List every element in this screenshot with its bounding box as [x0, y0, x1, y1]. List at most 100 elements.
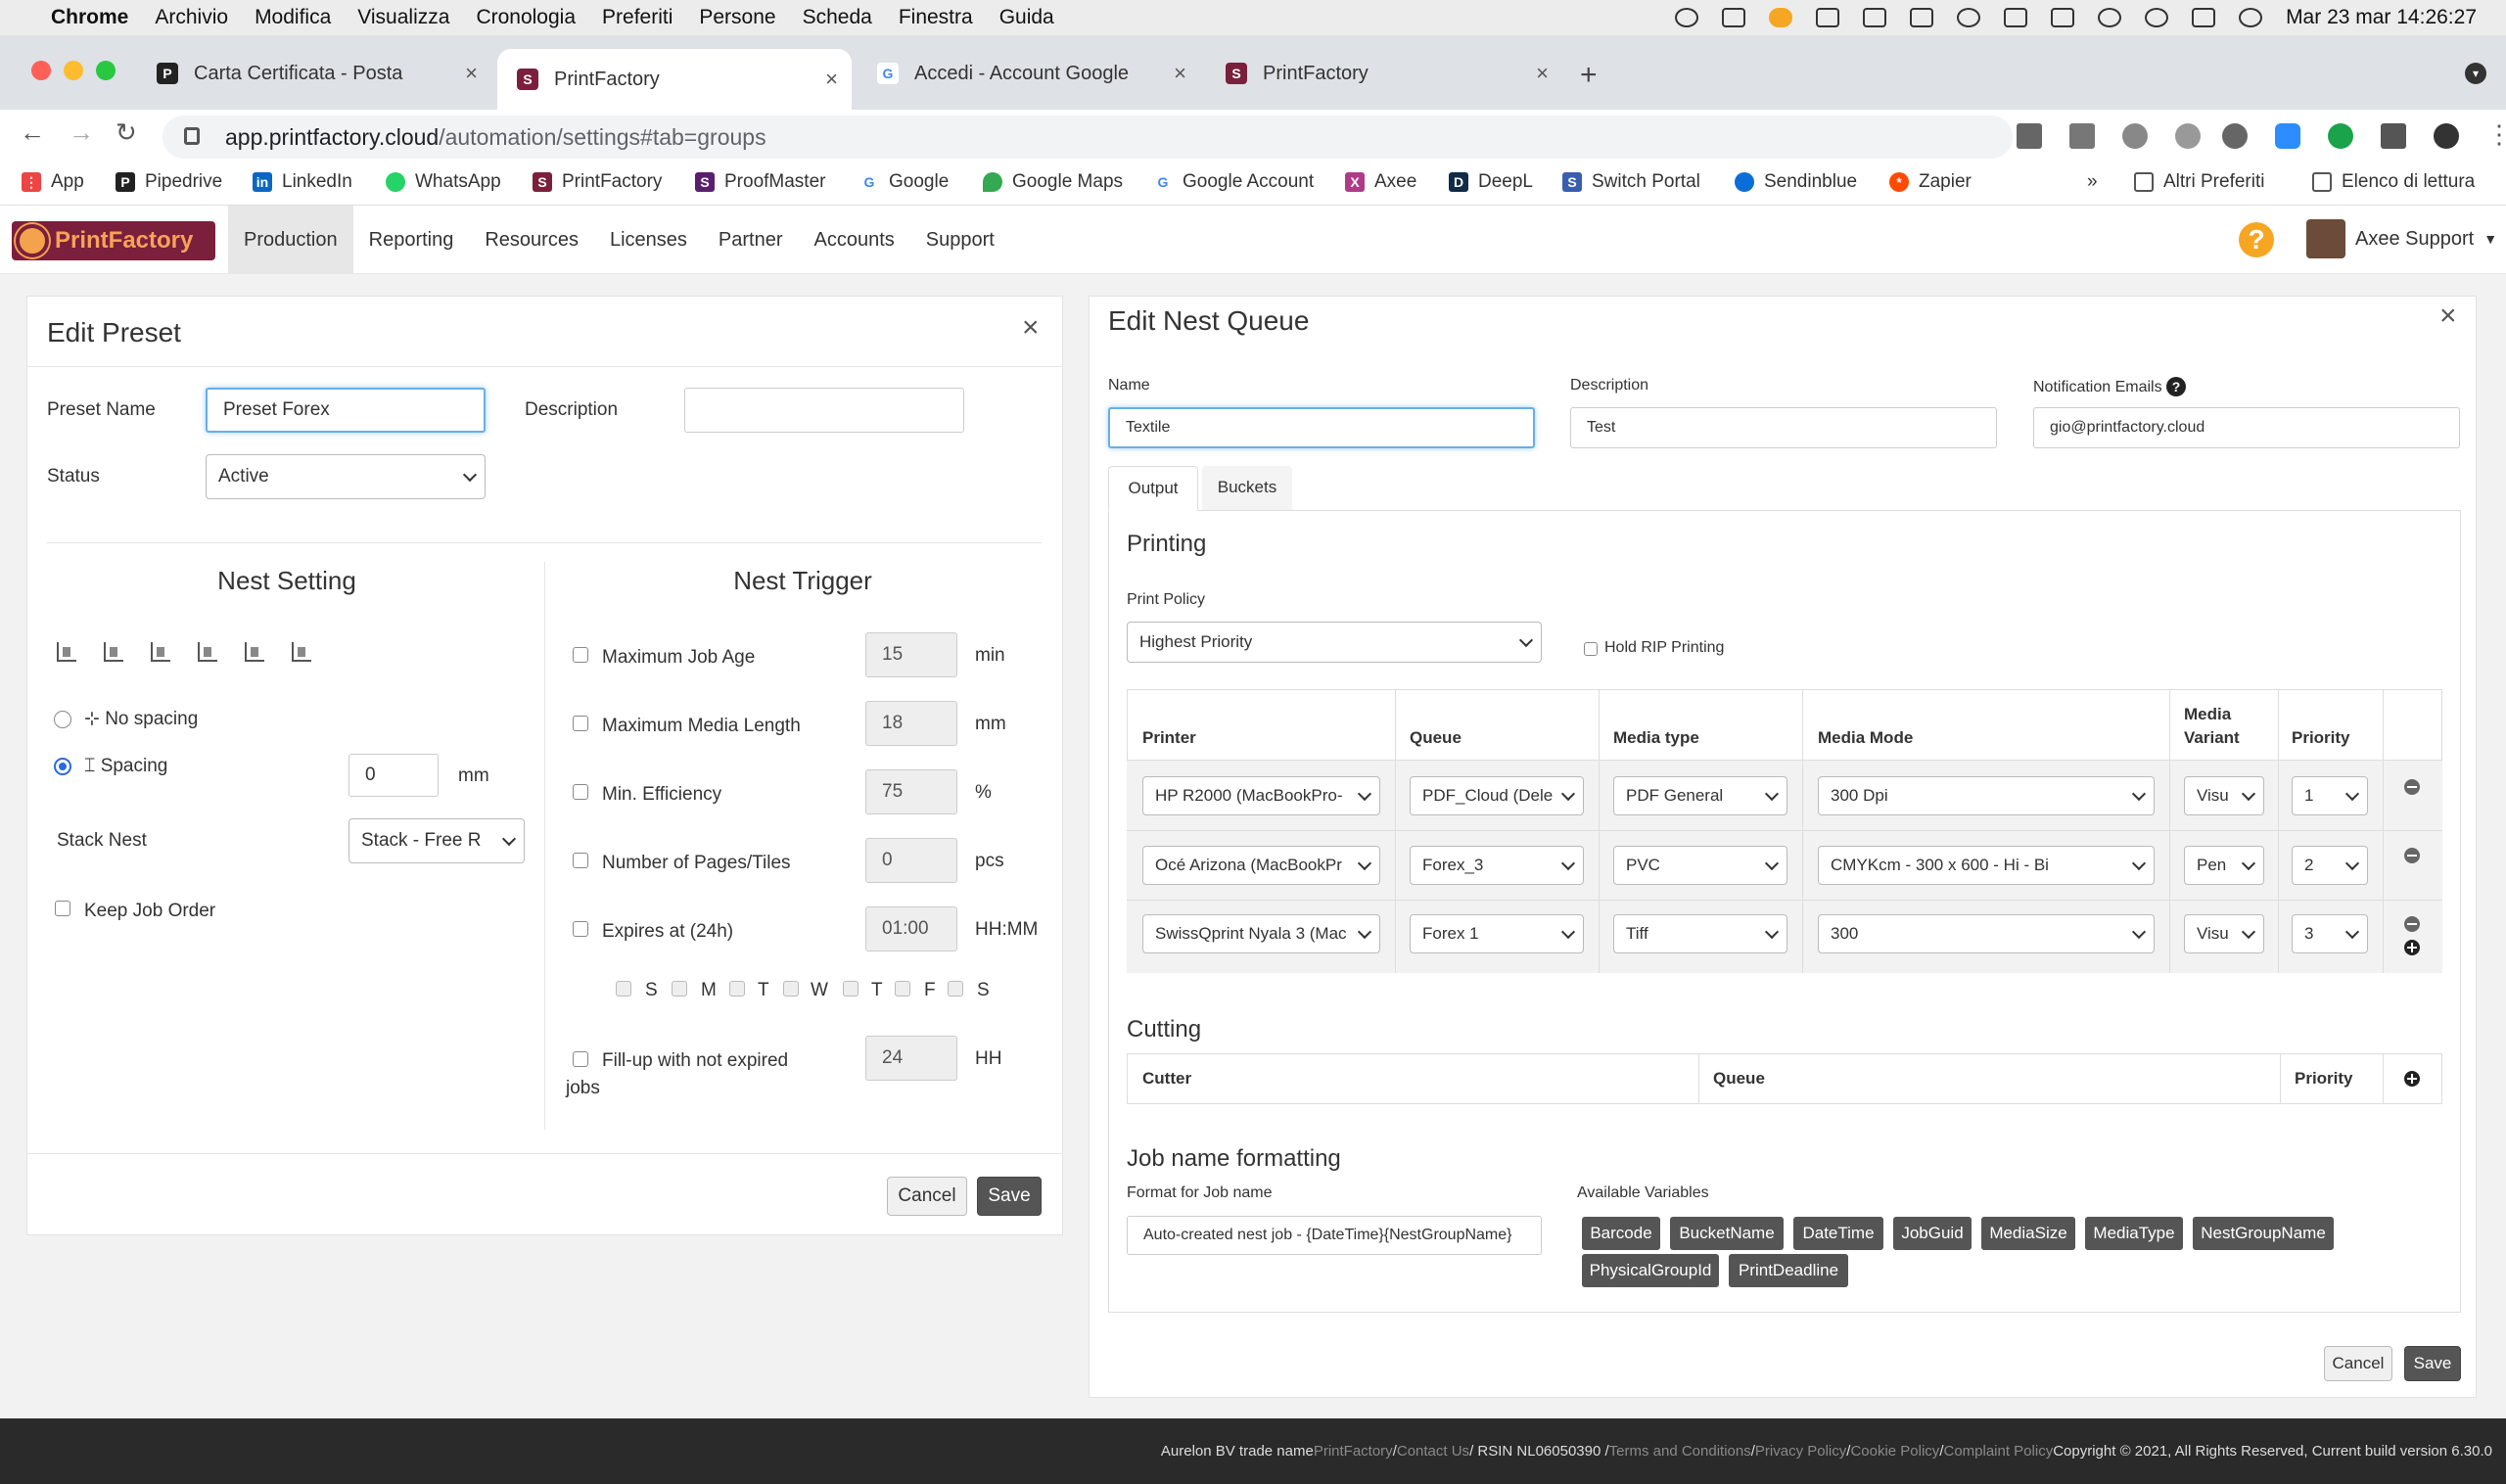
- bookmark-pipedrive[interactable]: P Pipedrive: [116, 171, 222, 193]
- more-menu-icon[interactable]: ⋮: [2486, 121, 2506, 149]
- var-bucketname-button[interactable]: BucketName: [1670, 1217, 1784, 1250]
- back-icon[interactable]: ←: [20, 117, 45, 148]
- add-cutter-row-icon[interactable]: [2404, 1071, 2420, 1087]
- help-circle-icon[interactable]: ?: [2166, 377, 2187, 396]
- stack-nest-select[interactable]: Stack - Free R: [348, 818, 525, 863]
- align-center-icon[interactable]: [245, 642, 264, 662]
- user-menu[interactable]: Axee Support ▼: [2306, 219, 2497, 258]
- row3-queue-select[interactable]: Forex 1: [1410, 914, 1584, 953]
- menu-preferiti[interactable]: Preferiti: [602, 6, 673, 29]
- menu-archivio[interactable]: Archivio: [155, 6, 228, 29]
- align-bottom-left-icon[interactable]: [57, 642, 76, 662]
- var-datetime-button[interactable]: DateTime: [1793, 1217, 1883, 1250]
- bookmark-google-maps[interactable]: Google Maps: [983, 171, 1123, 193]
- row1-priority-select[interactable]: 1: [2292, 776, 2368, 815]
- bookmark-zapier[interactable]: * Zapier: [1889, 171, 1972, 193]
- bookmark-switch-portal[interactable]: S Switch Portal: [1562, 171, 1700, 193]
- forward-icon[interactable]: →: [69, 117, 94, 148]
- footer-cookie-link[interactable]: Cookie Policy: [1850, 1443, 1939, 1460]
- tab-buckets[interactable]: Buckets: [1202, 466, 1292, 511]
- tab-close-icon[interactable]: ×: [825, 67, 838, 92]
- row1-variant-select[interactable]: Visu: [2184, 776, 2264, 815]
- min-efficiency-checkbox[interactable]: [573, 784, 588, 800]
- tab-posta[interactable]: P Carta Certificata - Posta ×: [137, 49, 491, 98]
- footer-privacy-link[interactable]: Privacy Policy: [1755, 1443, 1846, 1460]
- hold-rip-checkbox[interactable]: [1584, 642, 1598, 656]
- row2-queue-select[interactable]: Forex_3: [1410, 846, 1584, 885]
- vpn-icon[interactable]: [1675, 8, 1699, 27]
- align-bottom-right-icon[interactable]: [151, 642, 170, 662]
- var-mediasize-button[interactable]: MediaSize: [1981, 1217, 2075, 1250]
- bookmark-sendinblue[interactable]: Sendinblue: [1735, 171, 1857, 193]
- keep-job-order-checkbox[interactable]: [55, 901, 70, 916]
- tab-google-account[interactable]: G Accedi - Account Google ×: [858, 49, 1200, 98]
- expires-at-checkbox[interactable]: [573, 921, 588, 937]
- row2-printer-select[interactable]: Océ Arizona (MacBookPr: [1142, 846, 1380, 885]
- remove-row-icon[interactable]: [2404, 848, 2420, 863]
- bookmark-proofmaster[interactable]: S ProofMaster: [695, 171, 825, 193]
- tab-close-icon[interactable]: ×: [1174, 61, 1186, 86]
- row1-queue-select[interactable]: PDF_Cloud (Dele: [1410, 776, 1584, 815]
- num-pages-input[interactable]: 0: [865, 838, 957, 883]
- moon-icon[interactable]: [1957, 8, 1981, 27]
- menu-guida[interactable]: Guida: [999, 6, 1054, 29]
- translate-icon[interactable]: [2069, 123, 2095, 149]
- var-jobguid-button[interactable]: JobGuid: [1893, 1217, 1972, 1250]
- queue-save-button[interactable]: Save: [2404, 1346, 2461, 1381]
- close-window-icon[interactable]: [31, 61, 51, 80]
- nav-support[interactable]: Support: [910, 206, 1010, 274]
- close-icon[interactable]: ×: [2439, 300, 2457, 333]
- row2-media-type-select[interactable]: PVC: [1613, 846, 1787, 885]
- menu-persone[interactable]: Persone: [699, 6, 775, 29]
- reload-icon[interactable]: ↻: [116, 117, 137, 148]
- var-barcode-button[interactable]: Barcode: [1582, 1217, 1660, 1250]
- tab-printfactory-active[interactable]: S PrintFactory ×: [497, 49, 852, 110]
- cloud-upload-icon[interactable]: [1769, 8, 1793, 27]
- lock-icon[interactable]: [184, 127, 200, 145]
- name-input[interactable]: Textile: [1108, 407, 1535, 448]
- close-icon[interactable]: ×: [1022, 311, 1040, 345]
- tab-output[interactable]: Output: [1108, 466, 1198, 511]
- bookmarks-overflow[interactable]: »: [2087, 171, 2098, 193]
- align-top-right-icon[interactable]: [292, 642, 311, 662]
- row2-media-mode-select[interactable]: CMYKcm - 300 x 600 - Hi - Bi: [1818, 846, 2155, 885]
- new-tab-icon[interactable]: +: [1580, 59, 1598, 92]
- help-icon[interactable]: ?: [2239, 222, 2274, 257]
- max-media-length-checkbox[interactable]: [573, 716, 588, 731]
- align-bottom-center-icon[interactable]: [104, 642, 123, 662]
- row2-priority-select[interactable]: 2: [2292, 846, 2368, 885]
- queue-description-input[interactable]: Test: [1570, 407, 1997, 448]
- notification-emails-input[interactable]: gio@printfactory.cloud: [2033, 407, 2460, 448]
- day-sat-checkbox[interactable]: [948, 981, 963, 997]
- preset-cancel-button[interactable]: Cancel: [887, 1177, 967, 1216]
- zoom-extension-icon[interactable]: [2275, 123, 2300, 149]
- no-spacing-radio[interactable]: [54, 711, 71, 728]
- row1-media-type-select[interactable]: PDF General: [1613, 776, 1787, 815]
- star-icon[interactable]: [2175, 123, 2201, 149]
- minimize-window-icon[interactable]: [64, 61, 83, 80]
- bookmark-reading-list[interactable]: Elenco di lettura: [2312, 171, 2475, 193]
- remove-row-icon[interactable]: [2404, 916, 2420, 932]
- remove-row-icon[interactable]: [2404, 779, 2420, 795]
- row1-printer-select[interactable]: HP R2000 (MacBookPro-: [1142, 776, 1380, 815]
- shield-icon[interactable]: [1863, 8, 1887, 27]
- footer-terms-link[interactable]: Terms and Conditions: [1609, 1443, 1751, 1460]
- row3-variant-select[interactable]: Visu: [2184, 914, 2264, 953]
- row3-priority-select[interactable]: 3: [2292, 914, 2368, 953]
- bookmark-altri-preferiti[interactable]: Altri Preferiti: [2134, 171, 2264, 193]
- zoom-icon[interactable]: [2122, 123, 2148, 149]
- day-mon-checkbox[interactable]: [672, 981, 687, 997]
- preset-name-input[interactable]: Preset Forex: [206, 388, 486, 433]
- description-input[interactable]: [684, 388, 964, 433]
- tab-close-icon[interactable]: ×: [1536, 61, 1549, 86]
- row3-media-type-select[interactable]: Tiff: [1613, 914, 1787, 953]
- row1-media-mode-select[interactable]: 300 Dpi: [1818, 776, 2155, 815]
- key-icon[interactable]: [2017, 123, 2042, 149]
- menu-visualizza[interactable]: Visualizza: [357, 6, 449, 29]
- menu-finestra[interactable]: Finestra: [899, 6, 973, 29]
- profile-avatar-icon[interactable]: [2434, 123, 2459, 149]
- check-extension-icon[interactable]: [2328, 123, 2353, 149]
- preset-save-button[interactable]: Save: [977, 1177, 1042, 1216]
- nav-resources[interactable]: Resources: [469, 206, 594, 274]
- fill-up-input[interactable]: 24: [865, 1036, 957, 1081]
